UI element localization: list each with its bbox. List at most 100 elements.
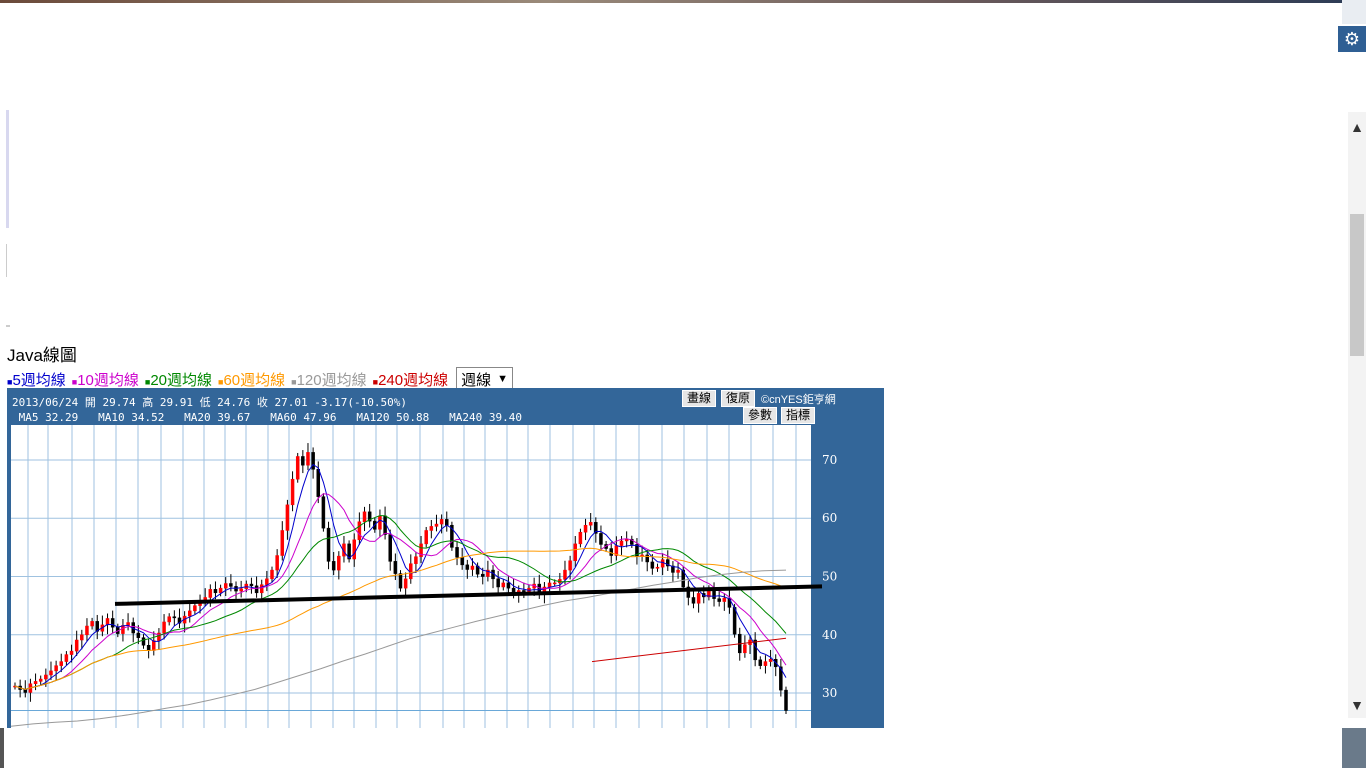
candle-body bbox=[337, 555, 341, 571]
candle-body bbox=[213, 589, 218, 594]
y-tick-label: 30 bbox=[822, 686, 837, 700]
candle-body bbox=[393, 561, 398, 574]
candle-body bbox=[573, 543, 578, 562]
candle-body bbox=[136, 632, 141, 638]
candle-body bbox=[434, 523, 439, 527]
candle-body bbox=[732, 607, 737, 635]
candle-body bbox=[74, 639, 79, 652]
scroll-up-icon[interactable]: ▲ bbox=[1348, 118, 1366, 136]
period-select-value: 週線 bbox=[461, 371, 492, 389]
candle-body bbox=[290, 478, 295, 506]
candle-body bbox=[229, 583, 233, 587]
candle-body bbox=[676, 569, 680, 573]
vertical-scrollbar[interactable]: ▲ ▼ bbox=[1348, 112, 1366, 718]
y-tick-label: 40 bbox=[822, 628, 837, 642]
legend-ma60: ■60週均線 bbox=[218, 369, 285, 390]
candle-body bbox=[33, 681, 38, 684]
candle-body bbox=[650, 561, 655, 569]
candle-body bbox=[691, 597, 696, 604]
gear-icon[interactable]: ⚙ bbox=[1338, 26, 1366, 52]
candle-body bbox=[568, 560, 572, 571]
candle-body bbox=[522, 590, 526, 592]
candle-body bbox=[588, 522, 593, 526]
candle-body bbox=[758, 659, 763, 666]
candle-body bbox=[54, 665, 58, 672]
candle-body bbox=[352, 539, 356, 560]
candle-body bbox=[64, 654, 69, 662]
candle-body bbox=[44, 674, 48, 680]
candle-body bbox=[696, 593, 701, 604]
candle-body bbox=[110, 618, 115, 628]
candle-body bbox=[270, 569, 274, 580]
candle-body bbox=[121, 625, 125, 634]
candle-body bbox=[167, 616, 171, 623]
candle-body bbox=[414, 556, 418, 564]
legend-ma20: ■20週均線 bbox=[145, 369, 212, 390]
candle-body bbox=[265, 578, 269, 585]
legend-ma10: ■10週均線 bbox=[72, 369, 139, 390]
legend-ma5: ■5週均線 bbox=[7, 369, 66, 390]
candle-body bbox=[208, 589, 213, 598]
candle-body bbox=[59, 661, 64, 666]
candle-body bbox=[23, 689, 28, 693]
candle-body bbox=[578, 531, 583, 545]
left-margin-box bbox=[6, 244, 9, 277]
bottom-bar bbox=[0, 728, 1366, 768]
candle-body bbox=[445, 519, 449, 526]
candle-body bbox=[90, 621, 94, 627]
candle-body bbox=[239, 588, 243, 592]
candle-body bbox=[152, 640, 156, 651]
candle-body bbox=[460, 557, 464, 566]
candle-body bbox=[306, 452, 310, 466]
candle-body bbox=[619, 540, 624, 546]
candle-body bbox=[583, 524, 588, 533]
chart-panel[interactable]: 2013/06/24 開 29.74 高 29.91 低 24.76 收 27.… bbox=[7, 388, 884, 728]
candle-body bbox=[599, 533, 603, 545]
bottom-left-edge bbox=[0, 728, 4, 768]
left-margin-bar bbox=[6, 110, 9, 228]
candle-body bbox=[388, 534, 392, 562]
legend-ma20-label: 20週均線 bbox=[150, 371, 213, 389]
scroll-thumb[interactable] bbox=[1350, 214, 1364, 356]
candle-body bbox=[784, 689, 788, 711]
candle-body bbox=[768, 658, 773, 662]
candle-body bbox=[285, 504, 290, 531]
scroll-down-icon[interactable]: ▼ bbox=[1348, 696, 1366, 714]
candle-body bbox=[480, 573, 485, 577]
candle-body bbox=[501, 582, 506, 588]
legend-ma240-label: 240週均線 bbox=[378, 371, 449, 389]
candle-body bbox=[429, 526, 434, 531]
candle-body bbox=[275, 555, 279, 571]
candle-body bbox=[439, 519, 444, 525]
candle-body bbox=[655, 566, 660, 569]
legend-ma120-label: 120週均線 bbox=[296, 371, 367, 389]
candle-body bbox=[301, 456, 305, 466]
candle-body bbox=[146, 645, 151, 651]
candle-body bbox=[223, 583, 228, 589]
candle-body bbox=[80, 634, 84, 641]
candle-body bbox=[743, 644, 747, 654]
candle-body bbox=[455, 547, 459, 558]
candle-body bbox=[295, 456, 300, 480]
y-tick-label: 70 bbox=[822, 453, 837, 467]
candle-body bbox=[357, 521, 362, 541]
top-accent-strip bbox=[0, 0, 1366, 3]
candle-body bbox=[403, 578, 408, 589]
candle-body bbox=[563, 569, 567, 580]
candle-body bbox=[547, 582, 552, 588]
candle-body bbox=[188, 610, 192, 617]
candle-body bbox=[470, 565, 475, 570]
candle-body bbox=[49, 670, 53, 676]
candle-body bbox=[424, 530, 428, 545]
chevron-down-icon: ▼ bbox=[497, 373, 508, 385]
candle-body bbox=[326, 527, 331, 562]
candle-body bbox=[609, 548, 613, 556]
page-title: Java線圖 bbox=[7, 346, 77, 365]
candle-body bbox=[506, 582, 511, 589]
candle-body bbox=[249, 583, 254, 587]
candle-body bbox=[763, 661, 768, 666]
window-corner bbox=[1342, 0, 1366, 24]
legend-ma240: ■240週均線 bbox=[373, 369, 448, 390]
candle-body bbox=[218, 587, 223, 594]
candle-body bbox=[331, 561, 336, 571]
